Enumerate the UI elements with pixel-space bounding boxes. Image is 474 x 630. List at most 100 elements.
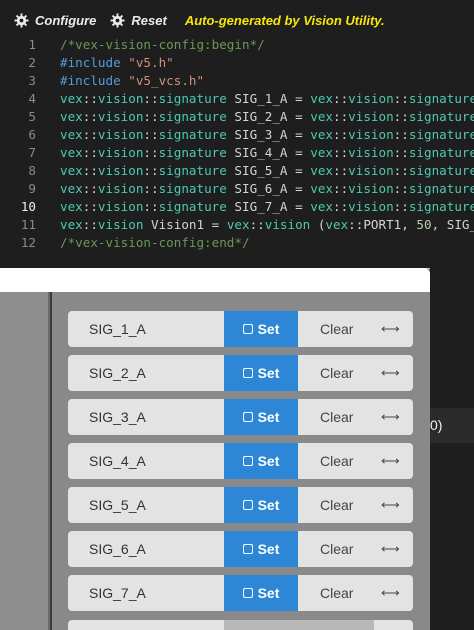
code-token: :: xyxy=(143,199,159,214)
code-line[interactable]: 7 vex::vision::signature SIG_4_A = vex::v… xyxy=(0,144,474,162)
code-token: :: xyxy=(143,109,159,124)
configure-button[interactable]: Configure xyxy=(14,13,96,28)
set-button[interactable]: Set xyxy=(224,575,298,611)
line-number: 2 xyxy=(28,55,36,70)
expand-arrows-icon[interactable]: ⟷ xyxy=(381,321,413,337)
code-token: vision xyxy=(97,91,144,106)
code-line[interactable]: 5 vex::vision::signature SIG_2_A = vex::v… xyxy=(0,108,474,126)
code-token: :: xyxy=(333,163,349,178)
code-line[interactable]: 11 vex::vision Vision1 = vex::vision (vex… xyxy=(0,216,474,234)
code-token: vision xyxy=(348,145,394,160)
set-label: Set xyxy=(257,365,280,381)
signature-name: SIG_3_A xyxy=(68,399,224,435)
code-token: :: xyxy=(393,127,409,142)
reset-button[interactable]: Reset xyxy=(110,12,167,28)
set-button[interactable]: Set xyxy=(224,443,298,479)
code-text: #include "v5_vcs.h" xyxy=(60,72,204,90)
clear-button[interactable]: Clear ⟷ xyxy=(298,311,413,347)
set-button[interactable]: Set xyxy=(224,399,298,435)
code-token: SIG_4_A = xyxy=(226,145,311,160)
clear-button[interactable]: Clear ⟷ xyxy=(298,443,413,479)
code-token: signature xyxy=(158,163,227,178)
line-number: 1 xyxy=(28,37,36,52)
code-token: SIG_3_A = xyxy=(226,127,311,142)
clear-button[interactable]: Clear ⟷ xyxy=(298,355,413,391)
code-line[interactable]: 4 vex::vision::signature SIG_1_A = vex::v… xyxy=(0,90,474,108)
code-token: signature xyxy=(158,199,227,214)
checkbox-icon xyxy=(242,412,253,422)
expand-arrows-icon[interactable]: ⟷ xyxy=(381,453,413,469)
code-token: :: xyxy=(143,127,159,142)
code-line[interactable]: 8 vex::vision::signature SIG_5_A = vex::v… xyxy=(0,162,474,180)
expand-arrows-icon[interactable]: ⟷ xyxy=(381,365,413,381)
code-text: vex::vision::signature SIG_4_A = vex::vi… xyxy=(60,144,474,162)
gear-icon xyxy=(110,12,125,28)
code-token: signature xyxy=(158,109,227,124)
code-token: #include xyxy=(60,55,129,70)
code-token: :: xyxy=(82,199,98,214)
code-token: "v5_vcs.h" xyxy=(128,73,205,88)
signature-row-partial xyxy=(68,620,413,630)
code-token: vex xyxy=(60,145,83,160)
set-button[interactable]: Set xyxy=(224,311,298,347)
code-token: vision xyxy=(97,163,144,178)
expand-arrows-icon[interactable]: ⟷ xyxy=(381,585,413,601)
code-token: signature xyxy=(408,109,474,124)
code-token: vex xyxy=(310,163,333,178)
expand-arrows-icon[interactable]: ⟷ xyxy=(381,497,413,513)
line-number: 10 xyxy=(20,199,36,214)
code-token: :: xyxy=(333,127,349,142)
code-token: vex xyxy=(310,127,333,142)
expand-arrows-icon[interactable]: ⟷ xyxy=(381,409,413,425)
set-label: Set xyxy=(257,541,280,557)
checkbox-icon xyxy=(242,368,253,378)
code-line[interactable]: 2 #include "v5.h" xyxy=(0,54,474,72)
line-number: 12 xyxy=(20,235,36,250)
panel-header xyxy=(0,268,430,292)
code-line[interactable]: 3 #include "v5_vcs.h" xyxy=(0,72,474,90)
code-token: vex xyxy=(60,127,83,142)
code-line[interactable]: 9 vex::vision::signature SIG_6_A = vex::v… xyxy=(0,180,474,198)
code-text: vex::vision::signature SIG_2_A = vex::vi… xyxy=(60,108,474,126)
code-text: #include "v5.h" xyxy=(60,54,174,72)
code-token: vision xyxy=(97,127,144,142)
code-token: vision xyxy=(264,217,311,232)
code-token: vex xyxy=(310,145,333,160)
set-label: Set xyxy=(257,321,280,337)
code-token: :: xyxy=(82,163,98,178)
code-token: :: xyxy=(143,145,159,160)
code-token: SIG_7_A = xyxy=(226,199,311,214)
code-token: vex xyxy=(325,217,349,232)
code-editor[interactable]: 1 /*vex-vision-config:begin*/ 2 #include "v… xyxy=(0,36,474,252)
code-text: vex::vision::signature SIG_1_A = vex::vi… xyxy=(60,90,474,108)
clear-button[interactable]: Clear ⟷ xyxy=(298,575,413,611)
code-line[interactable]: 10 vex::vision::signature SIG_7_A = vex::… xyxy=(0,198,474,216)
code-token: vex xyxy=(60,199,83,214)
signature-name: SIG_1_A xyxy=(68,311,224,347)
code-token: vex xyxy=(310,91,333,106)
set-label: Set xyxy=(257,497,280,513)
code-text: vex::vision::signature SIG_7_A = vex::vi… xyxy=(60,198,474,216)
code-token: vex xyxy=(60,91,83,106)
line-number: 5 xyxy=(28,109,36,124)
code-line[interactable]: 1 /*vex-vision-config:begin*/ xyxy=(0,36,474,54)
set-button[interactable]: Set xyxy=(224,355,298,391)
set-button[interactable]: Set xyxy=(224,487,298,523)
left-panel xyxy=(0,292,48,630)
clear-button[interactable]: Clear ⟷ xyxy=(298,399,413,435)
signature-row: SIG_2_A Set Clear ⟷ xyxy=(68,355,413,391)
expand-arrows-icon[interactable]: ⟷ xyxy=(381,541,413,557)
code-token: :: xyxy=(393,163,409,178)
reset-label: Reset xyxy=(131,12,167,28)
code-line[interactable]: 6 vex::vision::signature SIG_3_A = vex::v… xyxy=(0,126,474,144)
code-token: vex xyxy=(310,199,333,214)
right-strip-text: 0) xyxy=(430,408,474,443)
clear-button[interactable]: Clear ⟷ xyxy=(298,531,413,567)
set-button[interactable]: Set xyxy=(224,531,298,567)
code-token: :: xyxy=(82,91,98,106)
code-token: SIG_5_A = xyxy=(226,163,311,178)
code-token: SIG_1_A = xyxy=(226,91,311,106)
clear-button[interactable]: Clear ⟷ xyxy=(298,487,413,523)
code-token: vex xyxy=(60,217,83,232)
code-line[interactable]: 12 /*vex-vision-config:end*/ xyxy=(0,234,474,252)
